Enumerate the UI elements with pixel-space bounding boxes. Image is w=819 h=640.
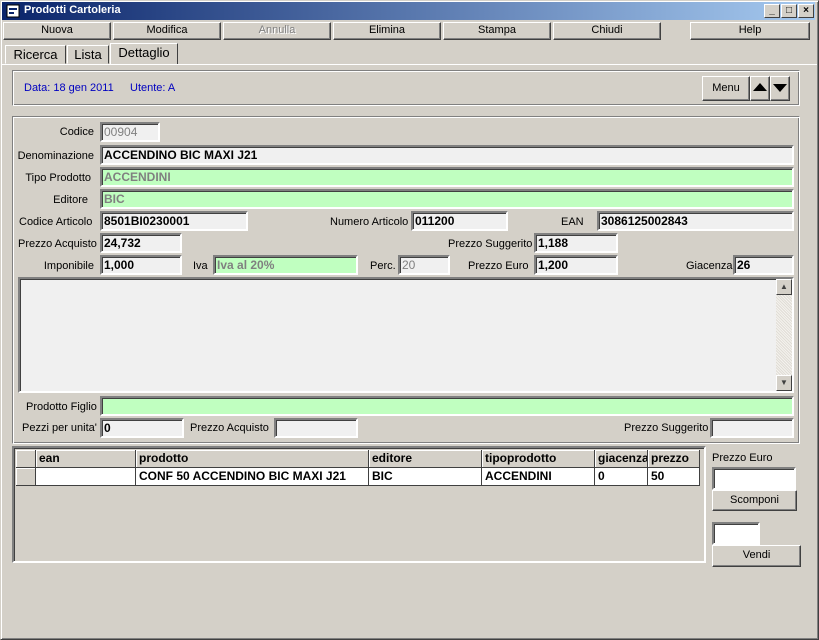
side-prezzo-euro-label: Prezzo Euro xyxy=(712,452,773,464)
grid-corner xyxy=(16,450,36,468)
pezzi-per-unita-label: Pezzi per unita' xyxy=(22,422,97,434)
maximize-button[interactable]: □ xyxy=(781,4,797,18)
scroll-down-icon[interactable]: ▼ xyxy=(776,375,792,391)
codice-articolo-label: Codice Articolo xyxy=(19,216,93,228)
grid-cell-tipoprodotto[interactable]: ACCENDINI xyxy=(482,468,595,486)
grid-header-prezzo[interactable]: prezzo xyxy=(648,450,700,468)
date-label: Data: 18 gen 2011 xyxy=(24,82,114,94)
iva-label: Iva xyxy=(193,260,208,272)
imponibile-label: Imponibile xyxy=(43,260,94,272)
tab-dettaglio[interactable]: Dettaglio xyxy=(110,43,178,65)
elimina-button[interactable]: Elimina xyxy=(333,22,441,40)
modifica-button[interactable]: Modifica xyxy=(113,22,221,40)
vendi-button[interactable]: Vendi xyxy=(712,545,801,567)
figlio-prezzo-acquisto-field[interactable] xyxy=(274,418,358,438)
prodotto-figlio-field[interactable] xyxy=(100,396,794,416)
perc-field[interactable]: 20 xyxy=(398,255,450,275)
codice-label: Codice xyxy=(59,126,94,138)
imponibile-field[interactable]: 1,000 xyxy=(100,255,182,275)
pezzi-per-unita-field[interactable]: 0 xyxy=(100,418,184,438)
previous-record-button[interactable] xyxy=(750,76,770,101)
children-grid[interactable]: ean prodotto editore tipoprodotto giacen… xyxy=(12,446,706,563)
giacenza-label: Giacenza xyxy=(686,260,733,272)
vendi-quantity-field[interactable] xyxy=(712,522,760,545)
grid-cell-editore[interactable]: BIC xyxy=(369,468,482,486)
codice-field[interactable]: 00904 xyxy=(100,122,160,142)
ean-label: EAN xyxy=(561,216,584,228)
note-textarea[interactable] xyxy=(18,277,794,393)
grid-header-giacenza[interactable]: giacenza xyxy=(595,450,648,468)
scroll-up-icon[interactable]: ▲ xyxy=(776,279,792,295)
chiudi-button[interactable]: Chiudi xyxy=(553,22,661,40)
app-icon xyxy=(6,4,20,18)
perc-label: Perc. xyxy=(370,260,396,272)
grid-header-prodotto[interactable]: prodotto xyxy=(136,450,369,468)
grid-header-ean[interactable]: ean xyxy=(36,450,136,468)
tipo-prodotto-label: Tipo Prodotto xyxy=(25,172,91,184)
menu-button[interactable]: Menu xyxy=(702,76,750,101)
side-prezzo-euro-field[interactable] xyxy=(712,467,796,490)
grid-header-editore[interactable]: editore xyxy=(369,450,482,468)
grid-cell-prezzo[interactable]: 50 xyxy=(648,468,700,486)
prezzo-acquisto-field[interactable]: 24,732 xyxy=(100,233,182,253)
figlio-prezzo-suggerito-label: Prezzo Suggerito xyxy=(624,422,709,434)
numero-articolo-field[interactable]: 011200 xyxy=(411,211,508,231)
note-scrollbar[interactable]: ▲ ▼ xyxy=(776,279,792,391)
denominazione-label: Denominazione xyxy=(17,150,94,162)
grid-header-tipoprodotto[interactable]: tipoprodotto xyxy=(482,450,595,468)
tipo-prodotto-field[interactable]: ACCENDINI xyxy=(100,167,794,187)
minimize-button[interactable]: _ xyxy=(764,4,780,18)
prezzo-euro-label: Prezzo Euro xyxy=(468,260,529,272)
help-button[interactable]: Help xyxy=(690,22,810,40)
prodotto-figlio-label: Prodotto Figlio xyxy=(26,401,97,413)
tab-lista[interactable]: Lista xyxy=(67,45,109,64)
row-indicator[interactable] xyxy=(16,468,36,486)
triangle-up-icon xyxy=(753,83,767,91)
editore-field[interactable]: BIC xyxy=(100,189,794,209)
codice-articolo-field[interactable]: 8501BI0230001 xyxy=(100,211,248,231)
user-label: Utente: A xyxy=(130,82,176,94)
iva-field[interactable]: Iva al 20% xyxy=(213,255,358,275)
next-record-button[interactable] xyxy=(770,76,790,101)
tab-strip-line xyxy=(2,64,817,65)
giacenza-field[interactable]: 26 xyxy=(733,255,794,275)
scomponi-button[interactable]: Scomponi xyxy=(712,490,797,511)
triangle-down-icon xyxy=(773,84,787,92)
window-title: Prodotti Cartoleria xyxy=(24,4,121,16)
title-bar[interactable]: Prodotti Cartoleria _ □ × xyxy=(2,2,815,20)
grid-cell-giacenza[interactable]: 0 xyxy=(595,468,648,486)
prezzo-euro-field[interactable]: 1,200 xyxy=(534,255,618,275)
figlio-prezzo-suggerito-field[interactable] xyxy=(710,418,794,438)
nuova-button[interactable]: Nuova xyxy=(3,22,111,40)
grid-cell-ean[interactable] xyxy=(36,468,136,486)
numero-articolo-label: Numero Articolo xyxy=(330,216,409,228)
prezzo-suggerito-field[interactable]: 1,188 xyxy=(534,233,618,253)
figlio-prezzo-acquisto-label: Prezzo Acquisto xyxy=(190,422,269,434)
stampa-button[interactable]: Stampa xyxy=(443,22,551,40)
ean-field[interactable]: 3086125002843 xyxy=(597,211,794,231)
editore-label: Editore xyxy=(53,194,88,206)
close-button[interactable]: × xyxy=(798,4,814,18)
grid-cell-prodotto[interactable]: CONF 50 ACCENDINO BIC MAXI J21 xyxy=(136,468,369,486)
annulla-button[interactable]: Annulla xyxy=(223,22,331,40)
prezzo-acquisto-label: Prezzo Acquisto xyxy=(18,238,97,250)
prezzo-suggerito-label: Prezzo Suggerito xyxy=(448,238,533,250)
tab-ricerca[interactable]: Ricerca xyxy=(5,45,66,64)
denominazione-field[interactable]: ACCENDINO BIC MAXI J21 xyxy=(100,145,794,165)
